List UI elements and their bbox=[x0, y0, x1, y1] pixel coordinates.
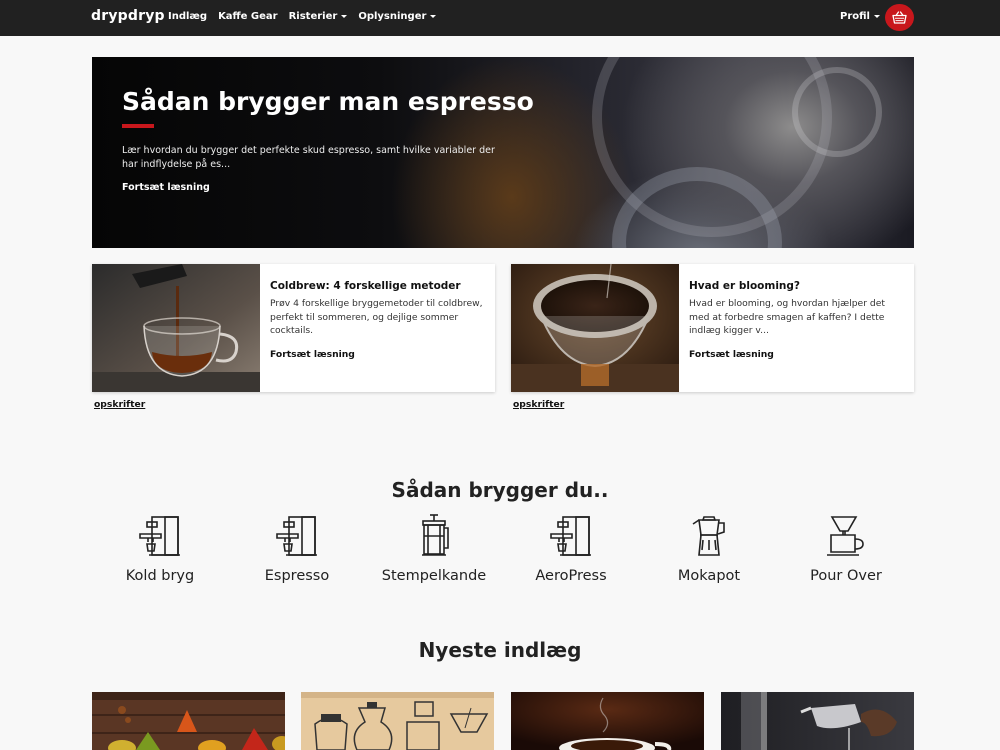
latest-post-3[interactable] bbox=[511, 692, 704, 750]
hero-read-more-link[interactable]: Fortsæt læsning bbox=[122, 182, 210, 193]
navbar: drypdryp Indlæg Kaffe Gear Risterier Opl… bbox=[0, 0, 1000, 36]
caret-down-icon bbox=[873, 15, 880, 18]
hero-banner[interactable]: Sådan brygger man espresso Lær hvordan d… bbox=[92, 57, 914, 248]
nav-link-kaffe-gear[interactable]: Kaffe Gear bbox=[218, 11, 278, 22]
article-title: Hvad er blooming? bbox=[689, 280, 801, 292]
latest-post-2[interactable] bbox=[301, 692, 494, 750]
article-card-blooming[interactable]: Hvad er blooming? Hvad er blooming, og h… bbox=[511, 264, 914, 392]
brew-method-label: Mokapot bbox=[677, 568, 741, 584]
article-image-coldbrew bbox=[92, 264, 260, 392]
article-read-more-link[interactable]: Fortsæt læsning bbox=[689, 349, 774, 360]
nav-link-risterier[interactable]: Risterier bbox=[289, 11, 348, 22]
nav-links: Indlæg Kaffe Gear Risterier Oplysninger bbox=[168, 11, 437, 22]
post-image-milk-pitcher bbox=[721, 692, 914, 750]
brew-method-kold-bryg[interactable]: Kold bryg bbox=[90, 514, 230, 584]
brew-method-stempelkande[interactable]: Stempelkande bbox=[364, 514, 504, 584]
article-image-blooming bbox=[511, 264, 679, 392]
article-excerpt: Prøv 4 forskellige bryggemetoder til col… bbox=[270, 298, 483, 336]
french-press-icon bbox=[422, 514, 449, 556]
nav-link-oplysninger[interactable]: Oplysninger bbox=[358, 11, 437, 22]
hero-image-detail bbox=[792, 67, 882, 157]
moka-pot-icon bbox=[692, 516, 725, 556]
latest-post-1[interactable] bbox=[92, 692, 285, 750]
espresso-machine-icon bbox=[276, 516, 317, 556]
espresso-machine-icon bbox=[139, 516, 180, 556]
post-image-coffee-cup bbox=[511, 692, 704, 750]
article-tag-link[interactable]: opskrifter bbox=[513, 399, 564, 410]
hero-title: Sådan brygger man espresso bbox=[122, 87, 534, 116]
espresso-machine-icon bbox=[550, 516, 591, 556]
brew-method-label: Pour Over bbox=[810, 568, 882, 584]
cart-button[interactable] bbox=[885, 4, 914, 31]
article-excerpt: Hvad er blooming, og hvordan hjælper det… bbox=[689, 298, 885, 336]
article-title: Coldbrew: 4 forskellige metoder bbox=[270, 280, 461, 292]
brew-method-espresso[interactable]: Espresso bbox=[227, 514, 367, 584]
pour-over-icon bbox=[827, 516, 864, 556]
post-image-brewing-gear bbox=[301, 692, 494, 750]
brand-logo[interactable]: drypdryp bbox=[91, 8, 165, 24]
latest-section-title: Nyeste indlæg bbox=[418, 638, 582, 662]
profile-menu[interactable]: Profil bbox=[840, 11, 880, 22]
brew-method-label: Kold bryg bbox=[125, 568, 195, 584]
latest-post-4[interactable] bbox=[721, 692, 914, 750]
brew-method-pour-over[interactable]: Pour Over bbox=[776, 514, 916, 584]
article-card-coldbrew[interactable]: Coldbrew: 4 forskellige metoder Prøv 4 f… bbox=[92, 264, 495, 392]
hero-accent-bar bbox=[122, 124, 154, 128]
hero-description: Lær hvordan du brygger det perfekte skud… bbox=[122, 145, 495, 170]
basket-icon bbox=[892, 11, 907, 24]
brew-method-mokapot[interactable]: Mokapot bbox=[639, 514, 779, 584]
caret-down-icon bbox=[341, 15, 348, 18]
brew-method-label: Espresso bbox=[264, 568, 330, 584]
post-image-autumn-coffee bbox=[92, 692, 285, 750]
article-read-more-link[interactable]: Fortsæt læsning bbox=[270, 349, 355, 360]
article-tag-link[interactable]: opskrifter bbox=[94, 399, 145, 410]
brew-method-label: Stempelkande bbox=[381, 568, 487, 584]
brew-section-title: Sådan brygger du.. bbox=[391, 478, 609, 502]
brew-method-aeropress[interactable]: AeroPress bbox=[501, 514, 641, 584]
nav-link-indlaeg[interactable]: Indlæg bbox=[168, 11, 207, 22]
caret-down-icon bbox=[430, 15, 437, 18]
brew-method-label: AeroPress bbox=[535, 568, 607, 584]
